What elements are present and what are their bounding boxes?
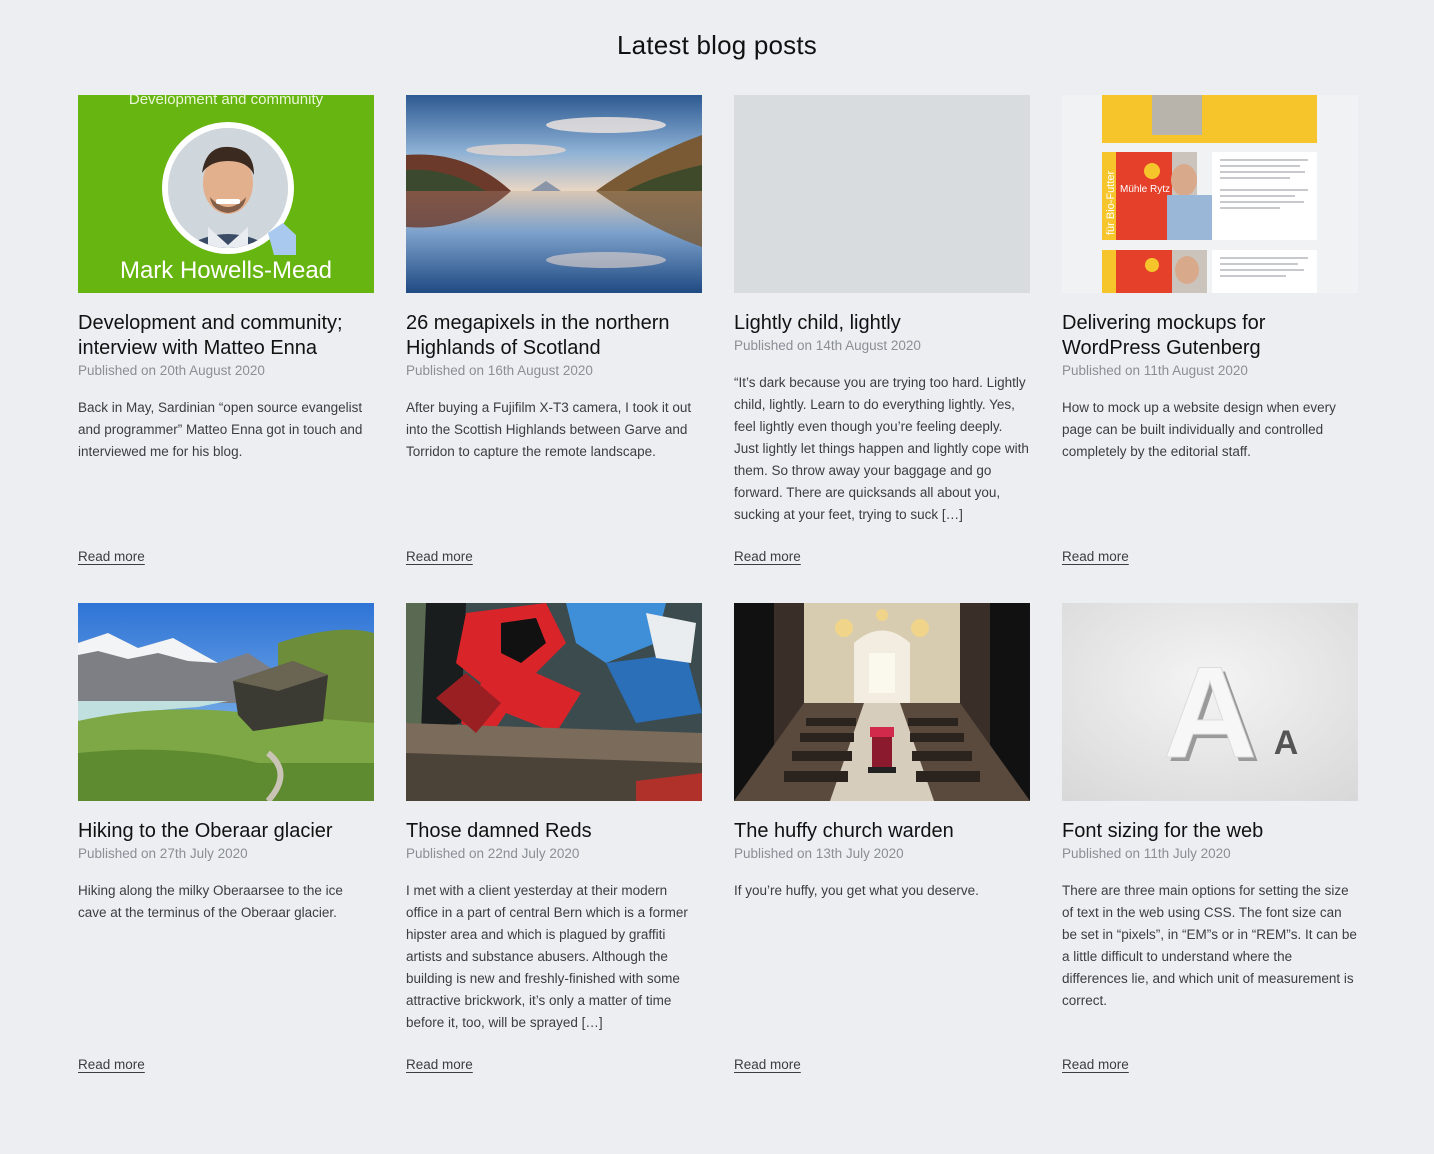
- thumbnail-caption-bottom: Mark Howells-Mead: [120, 257, 332, 284]
- post-thumbnail-mockups[interactable]: für Bio-Futter Mühle Rytz AG: [1062, 95, 1358, 293]
- post-title[interactable]: 26 megapixels in the northern Highlands …: [406, 311, 702, 361]
- post-date: Published on 11th July 2020: [1062, 846, 1231, 861]
- post-date: Published on 22nd July 2020: [406, 846, 580, 861]
- thumbnail-caption-top: Development and community: [129, 95, 324, 108]
- post-title[interactable]: Development and community; interview wit…: [78, 311, 374, 361]
- post-thumbnail-letters[interactable]: A A A: [1062, 603, 1358, 801]
- post-date: Published on 16th August 2020: [406, 363, 593, 378]
- mockup-side-text: für Bio-Futter: [1105, 170, 1117, 235]
- read-more-link[interactable]: Read more: [1062, 549, 1129, 564]
- post-thumbnail-loch[interactable]: [406, 95, 702, 293]
- post-title[interactable]: Font sizing for the web: [1062, 819, 1358, 844]
- post-excerpt: After buying a Fujifilm X-T3 camera, I t…: [406, 400, 692, 459]
- section-title: Latest blog posts: [617, 30, 817, 60]
- post-card: für Bio-Futter Mühle Rytz AG Delivering …: [1062, 95, 1358, 603]
- post-thumbnail-portrait[interactable]: Development and community Mark Howells-M…: [78, 95, 374, 293]
- post-excerpt: I met with a client yesterday at their m…: [406, 883, 688, 1030]
- post-excerpt: If you’re huffy, you get what you deserv…: [734, 883, 979, 898]
- read-more-link[interactable]: Read more: [406, 549, 473, 564]
- read-more-link[interactable]: Read more: [1062, 1057, 1129, 1072]
- post-excerpt: Hiking along the milky Oberaarsee to the…: [78, 883, 343, 920]
- post-date: Published on 14th August 2020: [734, 338, 921, 353]
- read-more-link[interactable]: Read more: [734, 1057, 801, 1072]
- read-more-link[interactable]: Read more: [734, 549, 801, 564]
- post-card: Those damned Reds Published on 22nd July…: [406, 603, 702, 1111]
- post-thumbnail-church[interactable]: [734, 603, 1030, 801]
- post-thumbnail-graffiti[interactable]: [406, 603, 702, 801]
- post-date: Published on 27th July 2020: [78, 846, 248, 861]
- post-excerpt: “It’s dark because you are trying too ha…: [734, 375, 1029, 522]
- post-card: The huffy church warden Published on 13t…: [734, 603, 1030, 1111]
- post-thumbnail-alpine[interactable]: [78, 603, 374, 801]
- post-date: Published on 11th August 2020: [1062, 363, 1248, 378]
- read-more-link[interactable]: Read more: [78, 549, 145, 564]
- post-card: Development and community Mark Howells-M…: [78, 95, 374, 603]
- post-title[interactable]: Hiking to the Oberaar glacier: [78, 819, 374, 844]
- post-card: 26 megapixels in the northern Highlands …: [406, 95, 702, 603]
- post-excerpt: Back in May, Sardinian “open source evan…: [78, 400, 363, 459]
- small-letter: A: [1274, 724, 1299, 762]
- post-card: Lightly child, lightly Published on 14th…: [734, 95, 1030, 603]
- post-date: Published on 13th July 2020: [734, 846, 904, 861]
- blog-page: Latest blog posts Development and commun…: [0, 0, 1434, 1154]
- post-card: A A A Font sizing for the web Published …: [1062, 603, 1358, 1111]
- post-title[interactable]: Delivering mockups for WordPress Gutenbe…: [1062, 311, 1358, 361]
- read-more-link[interactable]: Read more: [406, 1057, 473, 1072]
- post-card: Hiking to the Oberaar glacier Published …: [78, 603, 374, 1111]
- post-date: Published on 20th August 2020: [78, 363, 265, 378]
- post-thumbnail-placeholder[interactable]: [734, 95, 1030, 293]
- read-more-link[interactable]: Read more: [78, 1057, 145, 1072]
- big-letter: A: [1163, 639, 1257, 785]
- post-title[interactable]: The huffy church warden: [734, 819, 1030, 844]
- post-title[interactable]: Lightly child, lightly: [734, 311, 1030, 336]
- post-excerpt: There are three main options for setting…: [1062, 883, 1357, 1008]
- post-excerpt: How to mock up a website design when eve…: [1062, 400, 1336, 459]
- post-title[interactable]: Those damned Reds: [406, 819, 702, 844]
- posts-grid: Development and community Mark Howells-M…: [78, 95, 1358, 1111]
